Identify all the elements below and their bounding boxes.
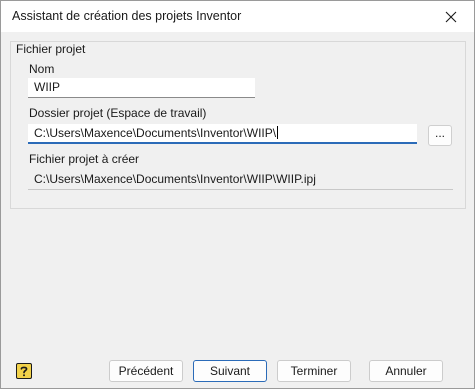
cancel-button[interactable]: Annuler <box>369 360 443 382</box>
folder-input-value: C:\Users\Maxence\Documents\Inventor\WIIP… <box>34 126 277 140</box>
browse-button[interactable]: ... <box>428 125 452 146</box>
title-bar: Assistant de création des projets Invent… <box>1 1 474 32</box>
previous-button[interactable]: Précédent <box>109 360 183 382</box>
next-button[interactable]: Suivant <box>193 360 267 382</box>
group-legend: Fichier projet <box>15 42 88 56</box>
help-icon[interactable] <box>16 363 32 379</box>
name-label: Nom <box>29 62 55 76</box>
project-wizard-window: Assistant de création des projets Invent… <box>0 0 475 389</box>
name-input[interactable]: WIIP <box>28 78 255 98</box>
folder-label: Dossier projet (Espace de travail) <box>29 106 207 120</box>
window-title: Assistant de création des projets Invent… <box>12 9 242 23</box>
finish-button[interactable]: Terminer <box>277 360 351 382</box>
folder-input[interactable]: C:\Users\Maxence\Documents\Inventor\WIIP… <box>28 124 417 144</box>
close-button[interactable] <box>428 1 474 32</box>
close-icon <box>445 11 457 22</box>
text-caret <box>277 126 279 139</box>
project-file-label: Fichier projet à créer <box>29 152 140 166</box>
project-file-output: C:\Users\Maxence\Documents\Inventor\WIIP… <box>28 170 453 190</box>
